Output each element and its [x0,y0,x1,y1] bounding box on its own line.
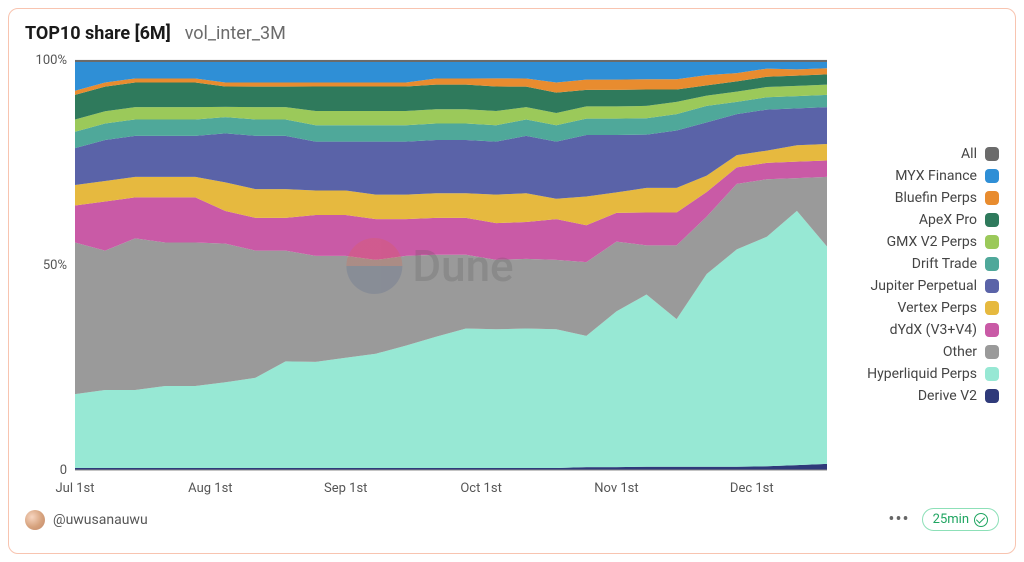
legend-swatch [985,235,999,249]
legend-swatch [985,191,999,205]
legend-item[interactable]: Derive V2 [845,388,999,404]
stacked-area-chart[interactable]: 0 50% 100% Jul 1st Aug 1st Sep 1st Oct 1st Nov … [25,50,835,500]
legend-item[interactable]: MYX Finance [845,168,999,184]
more-menu-icon[interactable]: ••• [888,515,909,525]
legend-label: GMX V2 Perps [887,234,977,250]
legend-swatch [985,367,999,381]
legend-swatch [985,213,999,227]
legend-swatch [985,345,999,359]
legend-item[interactable]: Vertex Perps [845,300,999,316]
legend-label: MYX Finance [895,168,977,184]
x-axis-tick: Sep 1st [324,481,367,496]
legend-label: Other [943,344,977,360]
legend-label: Hyperliquid Perps [867,366,977,382]
legend-item[interactable]: Bluefin Perps [845,190,999,206]
legend-label: Jupiter Perpetual [871,278,977,294]
chart-title: TOP10 share [6M] [25,23,171,44]
legend-item[interactable]: GMX V2 Perps [845,234,999,250]
x-axis-tick: Nov 1st [594,481,638,496]
legend-label: dYdX (V3+V4) [890,322,977,338]
legend-swatch [985,169,999,183]
x-axis-tick: Dec 1st [730,481,774,496]
legend-item[interactable]: Hyperliquid Perps [845,366,999,382]
legend-swatch [985,323,999,337]
legend-item[interactable]: Drift Trade [845,256,999,272]
legend-label: Bluefin Perps [895,190,977,206]
y-axis-tick: 100% [36,53,67,68]
legend-item[interactable]: ApeX Pro [845,212,999,228]
card-footer: @uwusanauwu ••• 25min [25,508,999,531]
chart-legend: All MYX Finance Bluefin Perps ApeX Pro GMX V… [835,50,999,500]
legend-label: All [961,146,977,162]
legend-item[interactable]: Other [845,344,999,360]
footer-right: ••• 25min [888,508,999,531]
chart-card: TOP10 share [6M] vol_inter_3M 0 50% 100% Ju… [8,8,1016,554]
legend-swatch [985,389,999,403]
refresh-time-badge[interactable]: 25min [922,508,999,531]
legend-swatch [985,257,999,271]
chart-header: TOP10 share [6M] vol_inter_3M [25,23,999,44]
x-axis-tick: Jul 1st [56,481,95,496]
plot-container[interactable]: 0 50% 100% Jul 1st Aug 1st Sep 1st Oct 1st Nov … [25,50,835,500]
legend-item[interactable]: dYdX (V3+V4) [845,322,999,338]
legend-label: Drift Trade [912,256,977,272]
legend-swatch [985,279,999,293]
chart-subtitle: vol_inter_3M [185,23,286,44]
avatar [25,510,45,530]
legend-label: Derive V2 [918,388,977,404]
y-axis-tick: 0 [60,463,67,478]
chart-area: 0 50% 100% Jul 1st Aug 1st Sep 1st Oct 1st Nov … [25,50,999,500]
y-axis-tick: 50% [43,258,67,273]
legend-item[interactable]: Jupiter Perpetual [845,278,999,294]
check-circle-icon [974,513,988,527]
legend-label: Vertex Perps [897,300,977,316]
legend-label: ApeX Pro [919,212,977,228]
legend-item[interactable]: All [845,146,999,162]
author-link[interactable]: @uwusanauwu [25,510,148,530]
refresh-time-label: 25min [933,512,969,527]
author-name: @uwusanauwu [53,512,148,528]
area-all[interactable] [75,60,827,62]
legend-swatch [985,301,999,315]
x-axis-tick: Oct 1st [460,481,502,496]
x-axis-tick: Aug 1st [188,481,232,496]
legend-swatch [985,147,999,161]
